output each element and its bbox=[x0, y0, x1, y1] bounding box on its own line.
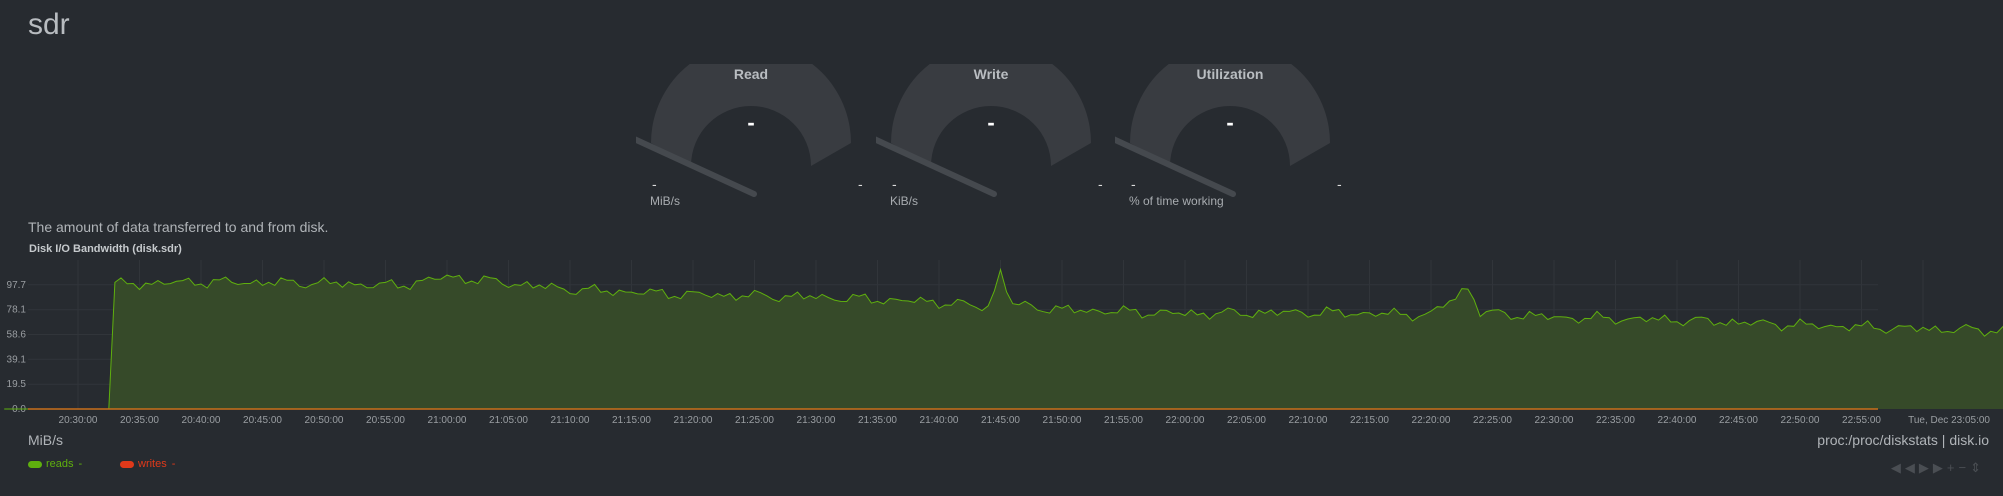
rewind-icon[interactable]: ◀◀ bbox=[1891, 460, 1919, 475]
chart-source: proc:/proc/diskstats | disk.io bbox=[1817, 432, 1989, 448]
x-tick-label: 22:45:00 bbox=[1719, 415, 1758, 426]
gauge-value: - bbox=[1226, 110, 1234, 135]
gauge-min: - bbox=[892, 176, 897, 192]
x-tick-label: 21:30:00 bbox=[797, 415, 836, 426]
legend-reads[interactable]: reads - bbox=[28, 458, 82, 470]
x-tick-label: 21:00:00 bbox=[428, 415, 467, 426]
gauge-dial bbox=[636, 64, 851, 197]
legend-writes-value: - bbox=[171, 458, 176, 470]
gauge-title: Write bbox=[973, 66, 1009, 82]
units-label: MiB/s bbox=[28, 432, 63, 448]
x-tick-label: 22:20:00 bbox=[1412, 415, 1451, 426]
utilization-gauge: Utilization - - - % of time working bbox=[1115, 64, 1345, 214]
x-tick-label: 21:50:00 bbox=[1043, 415, 1082, 426]
gauge-value: - bbox=[747, 110, 755, 135]
x-tick-label: 20:55:00 bbox=[366, 415, 405, 426]
x-tick-label: 21:40:00 bbox=[920, 415, 959, 426]
x-tick-label: 22:35:00 bbox=[1596, 415, 1635, 426]
zoom-in-icon[interactable]: + bbox=[1947, 460, 1959, 475]
x-tick-label: 21:05:00 bbox=[489, 415, 528, 426]
x-tick-label: 21:55:00 bbox=[1104, 415, 1143, 426]
chart-nav-controls: ◀◀▶▶+−⇕ bbox=[1891, 460, 1985, 476]
y-tick-label: 78.1 bbox=[7, 305, 27, 316]
x-tick-label: 21:10:00 bbox=[551, 415, 590, 426]
gauge-min: - bbox=[652, 176, 657, 192]
legend-reads-label: reads bbox=[46, 458, 74, 470]
x-tick-label: 20:50:00 bbox=[305, 415, 344, 426]
x-tick-label: 21:15:00 bbox=[612, 415, 651, 426]
section-title: sdr bbox=[28, 8, 70, 41]
read-gauge: Read - - - MiB/s bbox=[636, 64, 866, 214]
x-tick-label: 22:15:00 bbox=[1350, 415, 1389, 426]
legend-writes-swatch bbox=[120, 460, 134, 468]
legend-writes-label: writes bbox=[138, 458, 167, 470]
legend-reads-value: - bbox=[78, 458, 83, 470]
write-gauge: Write - - - KiB/s bbox=[876, 64, 1106, 214]
resize-icon[interactable]: ⇕ bbox=[1970, 460, 1985, 475]
x-tick-label: 22:55:00 bbox=[1842, 415, 1881, 426]
x-tick-label: 22:30:00 bbox=[1535, 415, 1574, 426]
x-tick-label: 22:40:00 bbox=[1658, 415, 1697, 426]
y-tick-label: 58.6 bbox=[7, 330, 27, 341]
x-tick-label: 21:20:00 bbox=[674, 415, 713, 426]
gauge-max: - bbox=[1337, 176, 1342, 192]
x-tick-label: 22:25:00 bbox=[1473, 415, 1512, 426]
x-tick-label: 20:40:00 bbox=[182, 415, 221, 426]
x-tick-label: 21:45:00 bbox=[981, 415, 1020, 426]
x-tick-label: 20:35:00 bbox=[120, 415, 159, 426]
gauge-title: Read bbox=[733, 66, 769, 82]
chart-title: Disk I/O Bandwidth (disk.sdr) bbox=[29, 243, 182, 255]
x-tick-label: Tue, Dec 23:05:00 bbox=[1908, 415, 1990, 426]
y-tick-label: 97.7 bbox=[7, 280, 27, 291]
gauge-value: - bbox=[987, 110, 995, 135]
fast-forward-icon[interactable]: ▶▶ bbox=[1919, 460, 1947, 475]
gauge-max: - bbox=[1098, 176, 1103, 192]
legend-writes[interactable]: writes - bbox=[120, 458, 175, 470]
gauge-dial bbox=[876, 64, 1091, 197]
gauge-units: KiB/s bbox=[890, 194, 919, 208]
gauge-units: MiB/s bbox=[650, 194, 680, 208]
gauge-max: - bbox=[858, 176, 863, 192]
gauge-dial bbox=[1115, 64, 1330, 197]
y-tick-label: 19.5 bbox=[7, 379, 27, 390]
x-tick-label: 22:00:00 bbox=[1166, 415, 1205, 426]
y-tick-label: 39.1 bbox=[7, 354, 27, 365]
x-tick-label: 21:35:00 bbox=[858, 415, 897, 426]
gauge-units: % of time working bbox=[1129, 194, 1224, 208]
x-tick-label: 20:45:00 bbox=[243, 415, 282, 426]
chart-info: The amount of data transferred to and fr… bbox=[28, 219, 329, 235]
x-tick-label: 20:30:00 bbox=[59, 415, 98, 426]
gauge-title: Utilization bbox=[1196, 66, 1264, 82]
bandwidth-chart[interactable]: 20:30:00 20:35:00 20:40:00 20:45:00 20:50:00… bbox=[0, 256, 2003, 430]
x-tick-label: 22:05:00 bbox=[1227, 415, 1266, 426]
zoom-out-icon[interactable]: − bbox=[1959, 460, 1971, 475]
x-tick-label: 22:10:00 bbox=[1289, 415, 1328, 426]
legend-reads-swatch bbox=[28, 460, 42, 468]
x-tick-label: 22:50:00 bbox=[1781, 415, 1820, 426]
gauge-min: - bbox=[1131, 176, 1136, 192]
x-tick-label: 21:25:00 bbox=[735, 415, 774, 426]
